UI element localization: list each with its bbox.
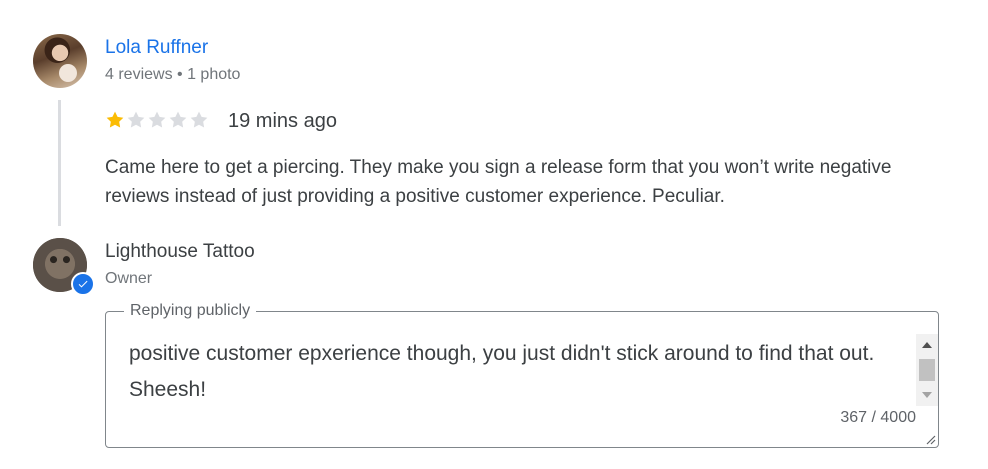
reply-scrollbar[interactable] xyxy=(916,334,938,406)
owner-role-label: Owner xyxy=(105,270,153,287)
reply-textarea[interactable]: Replying publicly positive customer epxe… xyxy=(105,302,939,448)
check-glyph xyxy=(78,280,88,288)
review-thread: Lola Ruffner 4 reviews • 1 photo 19 mins… xyxy=(0,0,988,469)
thread-connector-line xyxy=(58,100,61,226)
arrow-down-glyph xyxy=(922,392,932,398)
triangle-up-icon[interactable] xyxy=(916,334,938,356)
triangle-down-icon[interactable] xyxy=(916,384,938,406)
star-icon xyxy=(127,111,145,128)
reviewer-name-link[interactable]: Lola Ruffner xyxy=(105,37,208,59)
reviewer-meta: 4 reviews • 1 photo xyxy=(105,66,241,83)
reviewer-avatar[interactable] xyxy=(33,34,87,88)
star-shape xyxy=(190,111,208,128)
reply-text-value[interactable]: positive customer epxerience though, you… xyxy=(129,336,899,408)
star-shape xyxy=(127,111,145,128)
avatar-photo-detail xyxy=(59,64,77,82)
arrow-up-glyph xyxy=(922,342,932,348)
verified-check-icon xyxy=(71,272,95,296)
owner-avatar[interactable] xyxy=(33,238,95,296)
review-timestamp: 19 mins ago xyxy=(228,110,337,132)
owner-name: Lighthouse Tattoo xyxy=(105,241,255,262)
resize-grip-icon[interactable] xyxy=(924,433,936,445)
star-icon xyxy=(106,111,124,128)
star-icon xyxy=(169,111,187,128)
reply-field-legend: Replying publicly xyxy=(124,302,257,320)
star-icon xyxy=(148,111,166,128)
star-rating xyxy=(105,110,209,130)
scrollbar-thumb[interactable] xyxy=(919,359,935,381)
star-shape xyxy=(106,111,124,128)
star-shape xyxy=(169,111,187,128)
star-shape xyxy=(148,111,166,128)
star-icon xyxy=(190,111,208,128)
review-text: Came here to get a piercing. They make y… xyxy=(105,157,892,207)
character-counter: 367 / 4000 xyxy=(840,409,916,426)
